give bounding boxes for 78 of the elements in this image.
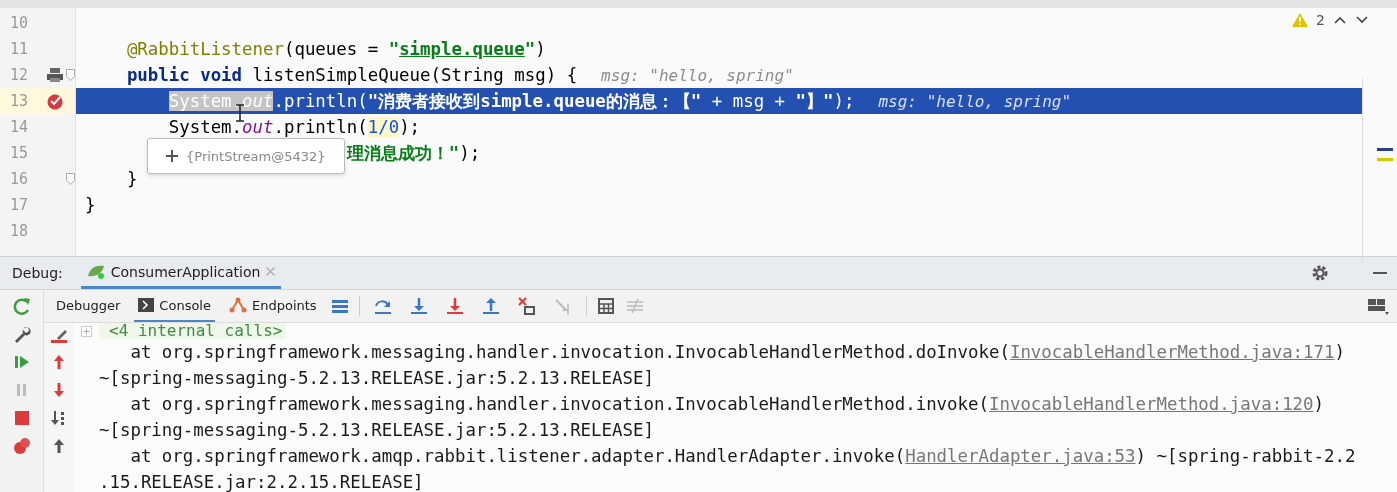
code-token: simple.queue (399, 39, 525, 59)
code-token: out (242, 117, 274, 137)
calculator-icon (596, 297, 615, 315)
line-number: 16 (9, 170, 30, 188)
menu-icon (330, 297, 349, 315)
debug-label: Debug: (12, 265, 63, 281)
line-number: 18 (9, 222, 30, 240)
code-token: .println( (273, 91, 368, 111)
line-number: 15 (9, 144, 30, 162)
breakpoint-icon[interactable] (46, 92, 65, 110)
console-text: ~[spring-messaging-5.2.13.RELEASE.jar:5.2.13.RELEASE] (99, 368, 654, 388)
panel-tab[interactable]: Endpoints (224, 290, 321, 322)
console-text: at org.springframework.messaging.handler.invocation.InvocableHandlerMethod.doInvoke( (129, 342, 1010, 362)
fold-marker-icon[interactable] (65, 69, 75, 81)
console-text: at org.springframework.messaging.handler.invocation.InvocableHandlerMethod.invoke( (129, 394, 989, 414)
minimize-icon (1373, 272, 1387, 274)
code-token: " (524, 39, 536, 59)
leaf-icon (86, 264, 105, 279)
line-number: 17 (9, 196, 30, 214)
code-token: System. (168, 117, 243, 137)
code-token: ) (535, 39, 546, 59)
code-token: } (126, 169, 138, 189)
code-token: ); (459, 143, 481, 163)
code-token: "】" (795, 90, 834, 113)
code-token: (queues = (283, 39, 380, 59)
line-number: 11 (9, 40, 30, 58)
scroll-marker (1377, 158, 1393, 161)
chevron-up-icon[interactable] (1333, 15, 1347, 25)
code-token: + msg + (711, 91, 787, 111)
source-link[interactable]: InvocableHandlerMethod.java:171 (1009, 342, 1335, 362)
step-out-icon (480, 296, 501, 316)
expand-icon[interactable] (166, 150, 178, 162)
line-number: 13 (9, 92, 30, 110)
fold-marker-icon[interactable] (65, 173, 75, 185)
code-token: listenSimpleQueue(String msg) { (252, 65, 578, 85)
warning-count: 2 (1316, 12, 1325, 28)
code-token: 理消息成功！" (346, 142, 460, 165)
line-number: 12 (9, 66, 30, 84)
code-token: public void (126, 65, 244, 85)
console-text: .15.RELEASE.jar:2.2.15.RELEASE] (99, 472, 424, 492)
console-text: at org.springframework.amqp.rabbit.listener.adapter.HandlerAdapter.invoke( (129, 446, 906, 466)
clear-icon (51, 329, 67, 343)
console-text: ~[spring-messaging-5.2.13.RELEASE.jar:5.2.13.RELEASE] (99, 420, 654, 440)
settings-icon (1311, 264, 1329, 282)
inline-value-hint: msg: "hello, spring" (601, 65, 794, 85)
code-token: @RabbitListener (126, 39, 284, 59)
endpoints-icon (228, 297, 247, 313)
folded-calls: <4 internal calls> (99, 323, 287, 339)
code-token: ); (833, 91, 855, 111)
console-text: ) ~[spring-rabbit-2.2 (1135, 446, 1356, 466)
code-token: out (242, 91, 274, 111)
line-number: 14 (9, 118, 30, 136)
code-token: System. (168, 91, 243, 111)
drop-frame-icon (516, 296, 537, 316)
source-link[interactable]: HandlerAdapter.java:53 (905, 446, 1136, 466)
console-text: ) (1334, 342, 1345, 362)
rerun-icon (11, 296, 32, 316)
source-link[interactable]: InvocableHandlerMethod.java:120 (988, 394, 1314, 414)
tooltip-value: {PrintStream@5432} (186, 148, 326, 164)
console-icon (138, 298, 155, 312)
scroll-marker (1377, 148, 1393, 151)
code-token: " (388, 39, 400, 59)
code-token: ); (399, 117, 421, 137)
inline-value-hint: msg: "hello, spring" (878, 91, 1072, 111)
panel-tab[interactable]: Debugger (52, 290, 125, 322)
code-token: .println( (273, 117, 368, 137)
chevron-down-icon[interactable] (1355, 15, 1369, 25)
printer-icon[interactable] (47, 68, 64, 82)
step-into-icon (408, 296, 429, 316)
force-step-into-icon (444, 296, 465, 316)
code-token: } (85, 195, 96, 215)
trace-icon (624, 297, 645, 315)
code-token: "消费者接收到simple.queue的消息：【" (367, 90, 702, 113)
breakpoints-icon (11, 436, 32, 456)
console-text: ) (1313, 394, 1325, 414)
code-token: 1/0 (367, 117, 400, 137)
layout-icon (1367, 297, 1389, 315)
line-number: 10 (9, 14, 30, 32)
